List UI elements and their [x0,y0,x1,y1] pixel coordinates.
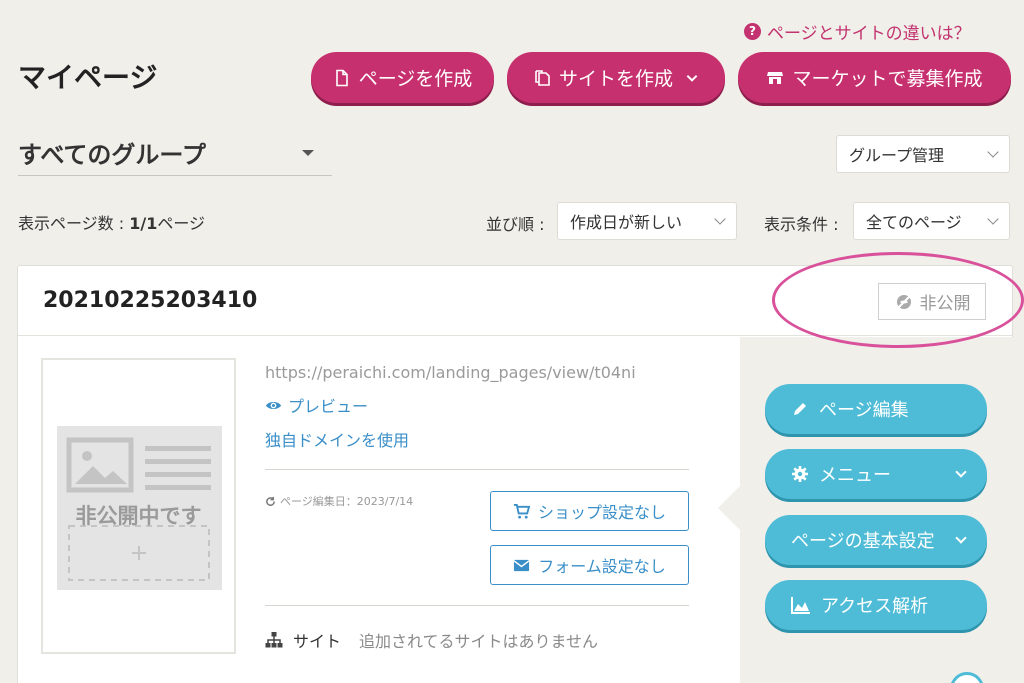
panel-notch [718,486,740,530]
help-link-label: ページとサイトの違いは？ [767,23,971,44]
basic-settings-label: ページの基本設定 [791,531,935,552]
shop-settings-label: ショップ設定なし [537,503,666,522]
thumbnail-private-text: 非公開中です [75,504,202,528]
site-empty-text: 追加されてるサイトはありません [359,632,599,651]
custom-domain-link[interactable]: 独自ドメインを使用 [265,427,409,451]
chevron-down-icon [686,74,698,82]
page-count-suffix: ページ [157,214,206,233]
cart-icon [513,503,530,519]
divider [265,469,689,470]
form-settings-button[interactable]: フォーム設定なし [490,545,689,585]
edit-date-text: ページ編集日：2023/7/14 [280,495,414,508]
page-card: 20210225203410 非公開 非公開中です https://peraic… [17,265,1014,683]
basic-settings-button[interactable]: ページの基本設定 [765,515,987,565]
site-row: サイト 追加されてるサイトはありません [265,628,598,652]
condition-select[interactable]: 全てのページ [853,202,1010,240]
question-icon: ? [744,22,761,40]
edit-page-label: ページ編集 [819,400,909,421]
page-thumbnail[interactable]: 非公開中です [41,358,236,654]
chevron-down-icon [955,532,967,544]
create-page-label: ページを作成 [358,68,473,90]
eye-slash-icon [896,294,911,309]
menu-label: メニュー [819,465,891,486]
condition-label: 表示条件 : [764,215,839,234]
page-count: 表示ページ数 : 1/1ページ [18,210,205,234]
menu-button[interactable]: メニュー [765,449,987,499]
condition-value: 全てのページ [866,213,962,232]
divider [265,605,689,606]
preview-link-label: プレビュー [288,397,369,416]
analytics-label: アクセス解析 [821,596,929,617]
card-title: 20210225203410 [43,288,258,313]
page-count-value: 1/1 [129,214,158,233]
chevron-down-icon [714,213,726,225]
sort-select[interactable]: 作成日が新しい [557,202,737,240]
preview-link[interactable]: プレビュー [265,393,368,417]
document-icon [335,69,348,86]
caret-down-icon [302,149,314,156]
pencil-icon [794,403,806,415]
page-count-prefix: 表示ページ数 : [18,214,130,233]
gear-icon [792,466,808,482]
create-site-label: サイトを作成 [558,68,673,90]
store-icon [767,71,784,84]
copy-icon [535,69,550,86]
group-select-value: すべてのグループ [18,141,206,169]
status-badge[interactable]: 非公開 [878,283,986,320]
group-manage-select[interactable]: グループ管理 [836,135,1010,173]
page-title: マイページ [18,61,158,94]
sort-label: 並び順 : [486,215,545,234]
page-url: https://peraichi.com/landing_pages/view/… [265,363,636,382]
help-link[interactable]: ? ページとサイトの違いは？ [744,20,971,44]
group-select[interactable]: すべてのグループ [18,130,332,176]
market-recruit-button[interactable]: マーケットで募集作成 [738,52,1011,103]
eye-icon [265,401,282,409]
site-label: サイト [293,632,342,651]
card-header: 20210225203410 非公開 [18,266,1012,336]
group-manage-label: グループ管理 [849,146,945,165]
analytics-button[interactable]: アクセス解析 [765,580,987,630]
edit-date: ページ編集日：2023/7/14 [265,493,413,509]
sitemap-icon [265,632,283,648]
area-chart-icon [791,597,810,614]
market-recruit-label: マーケットで募集作成 [792,68,983,90]
shop-settings-button[interactable]: ショップ設定なし [490,491,689,531]
create-page-button[interactable]: ページを作成 [311,52,494,103]
envelope-icon [513,559,530,571]
form-settings-label: フォーム設定なし [538,557,666,576]
refresh-icon [266,496,275,506]
chevron-down-icon [955,466,967,478]
status-badge-label: 非公開 [919,294,971,314]
chevron-down-icon [987,213,999,225]
sort-value: 作成日が新しい [570,213,683,232]
create-site-button[interactable]: サイトを作成 [507,52,725,103]
chevron-down-icon [987,146,999,158]
edit-page-button[interactable]: ページ編集 [765,384,987,434]
